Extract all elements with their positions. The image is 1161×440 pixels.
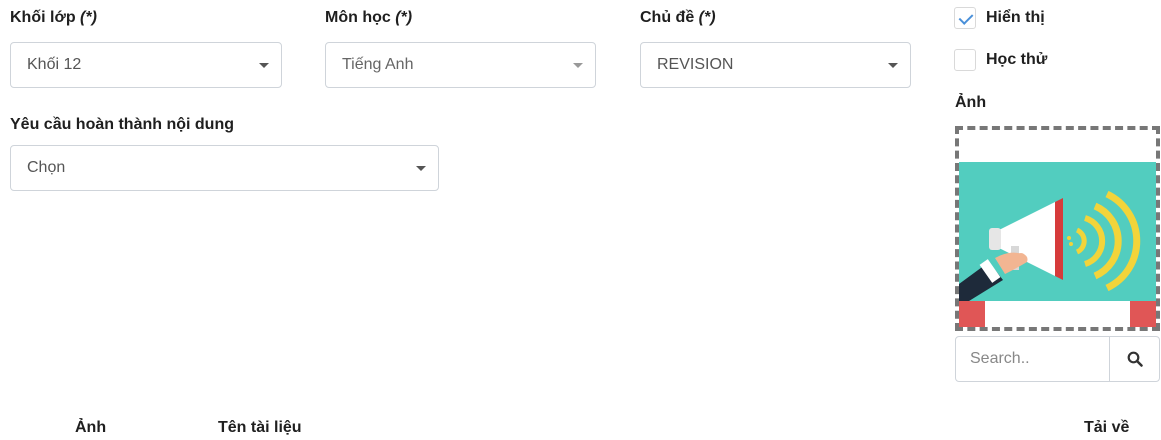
topic-label: Chủ đề (*) xyxy=(640,9,716,27)
show-checkbox[interactable] xyxy=(954,7,976,29)
show-option[interactable]: Hiển thị xyxy=(954,7,1045,29)
chevron-down-icon xyxy=(416,166,426,171)
trial-label: Học thử xyxy=(986,51,1048,68)
search-box xyxy=(955,336,1160,382)
subject-select[interactable]: Tiếng Anh xyxy=(325,42,596,88)
grade-label-text: Khối lớp xyxy=(10,9,76,26)
image-label: Ảnh xyxy=(955,94,987,111)
trial-option[interactable]: Học thử xyxy=(954,49,1047,71)
subject-label-text: Môn học xyxy=(325,9,391,26)
completion-select-value: Chọn xyxy=(27,159,66,176)
topic-label-text: Chủ đề xyxy=(640,9,695,26)
search-button[interactable] xyxy=(1109,337,1159,381)
image-preview[interactable] xyxy=(955,126,1160,345)
chevron-down-icon xyxy=(888,63,898,68)
grade-required-mark: (*) xyxy=(80,9,97,26)
subject-required-mark: (*) xyxy=(395,9,413,26)
completion-label: Yêu cầu hoàn thành nội dung xyxy=(10,116,234,133)
chevron-down-icon xyxy=(259,63,269,68)
table-header-document-name: Tên tài liệu xyxy=(218,419,302,436)
topic-select[interactable]: REVISION xyxy=(640,42,911,88)
chevron-down-icon xyxy=(573,63,583,68)
table-header-image: Ảnh xyxy=(75,419,107,436)
show-label: Hiển thị xyxy=(986,9,1045,26)
trial-checkbox[interactable] xyxy=(954,49,976,71)
topic-select-value: REVISION xyxy=(657,56,734,73)
megaphone-icon xyxy=(959,162,1156,301)
topic-required-mark: (*) xyxy=(698,9,716,26)
table-header-download: Tải về xyxy=(1084,419,1130,436)
search-icon xyxy=(1127,351,1143,367)
subject-select-value: Tiếng Anh xyxy=(342,56,414,73)
completion-select[interactable]: Chọn xyxy=(10,145,439,191)
grade-label: Khối lớp (*) xyxy=(10,9,97,27)
edit-image-button[interactable] xyxy=(959,301,985,345)
grade-select-value: Khối 12 xyxy=(27,56,82,73)
subject-label: Môn học (*) xyxy=(325,9,412,27)
search-input[interactable] xyxy=(956,337,1109,381)
delete-image-button[interactable] xyxy=(1130,301,1156,345)
grade-select[interactable]: Khối 12 xyxy=(10,42,282,88)
